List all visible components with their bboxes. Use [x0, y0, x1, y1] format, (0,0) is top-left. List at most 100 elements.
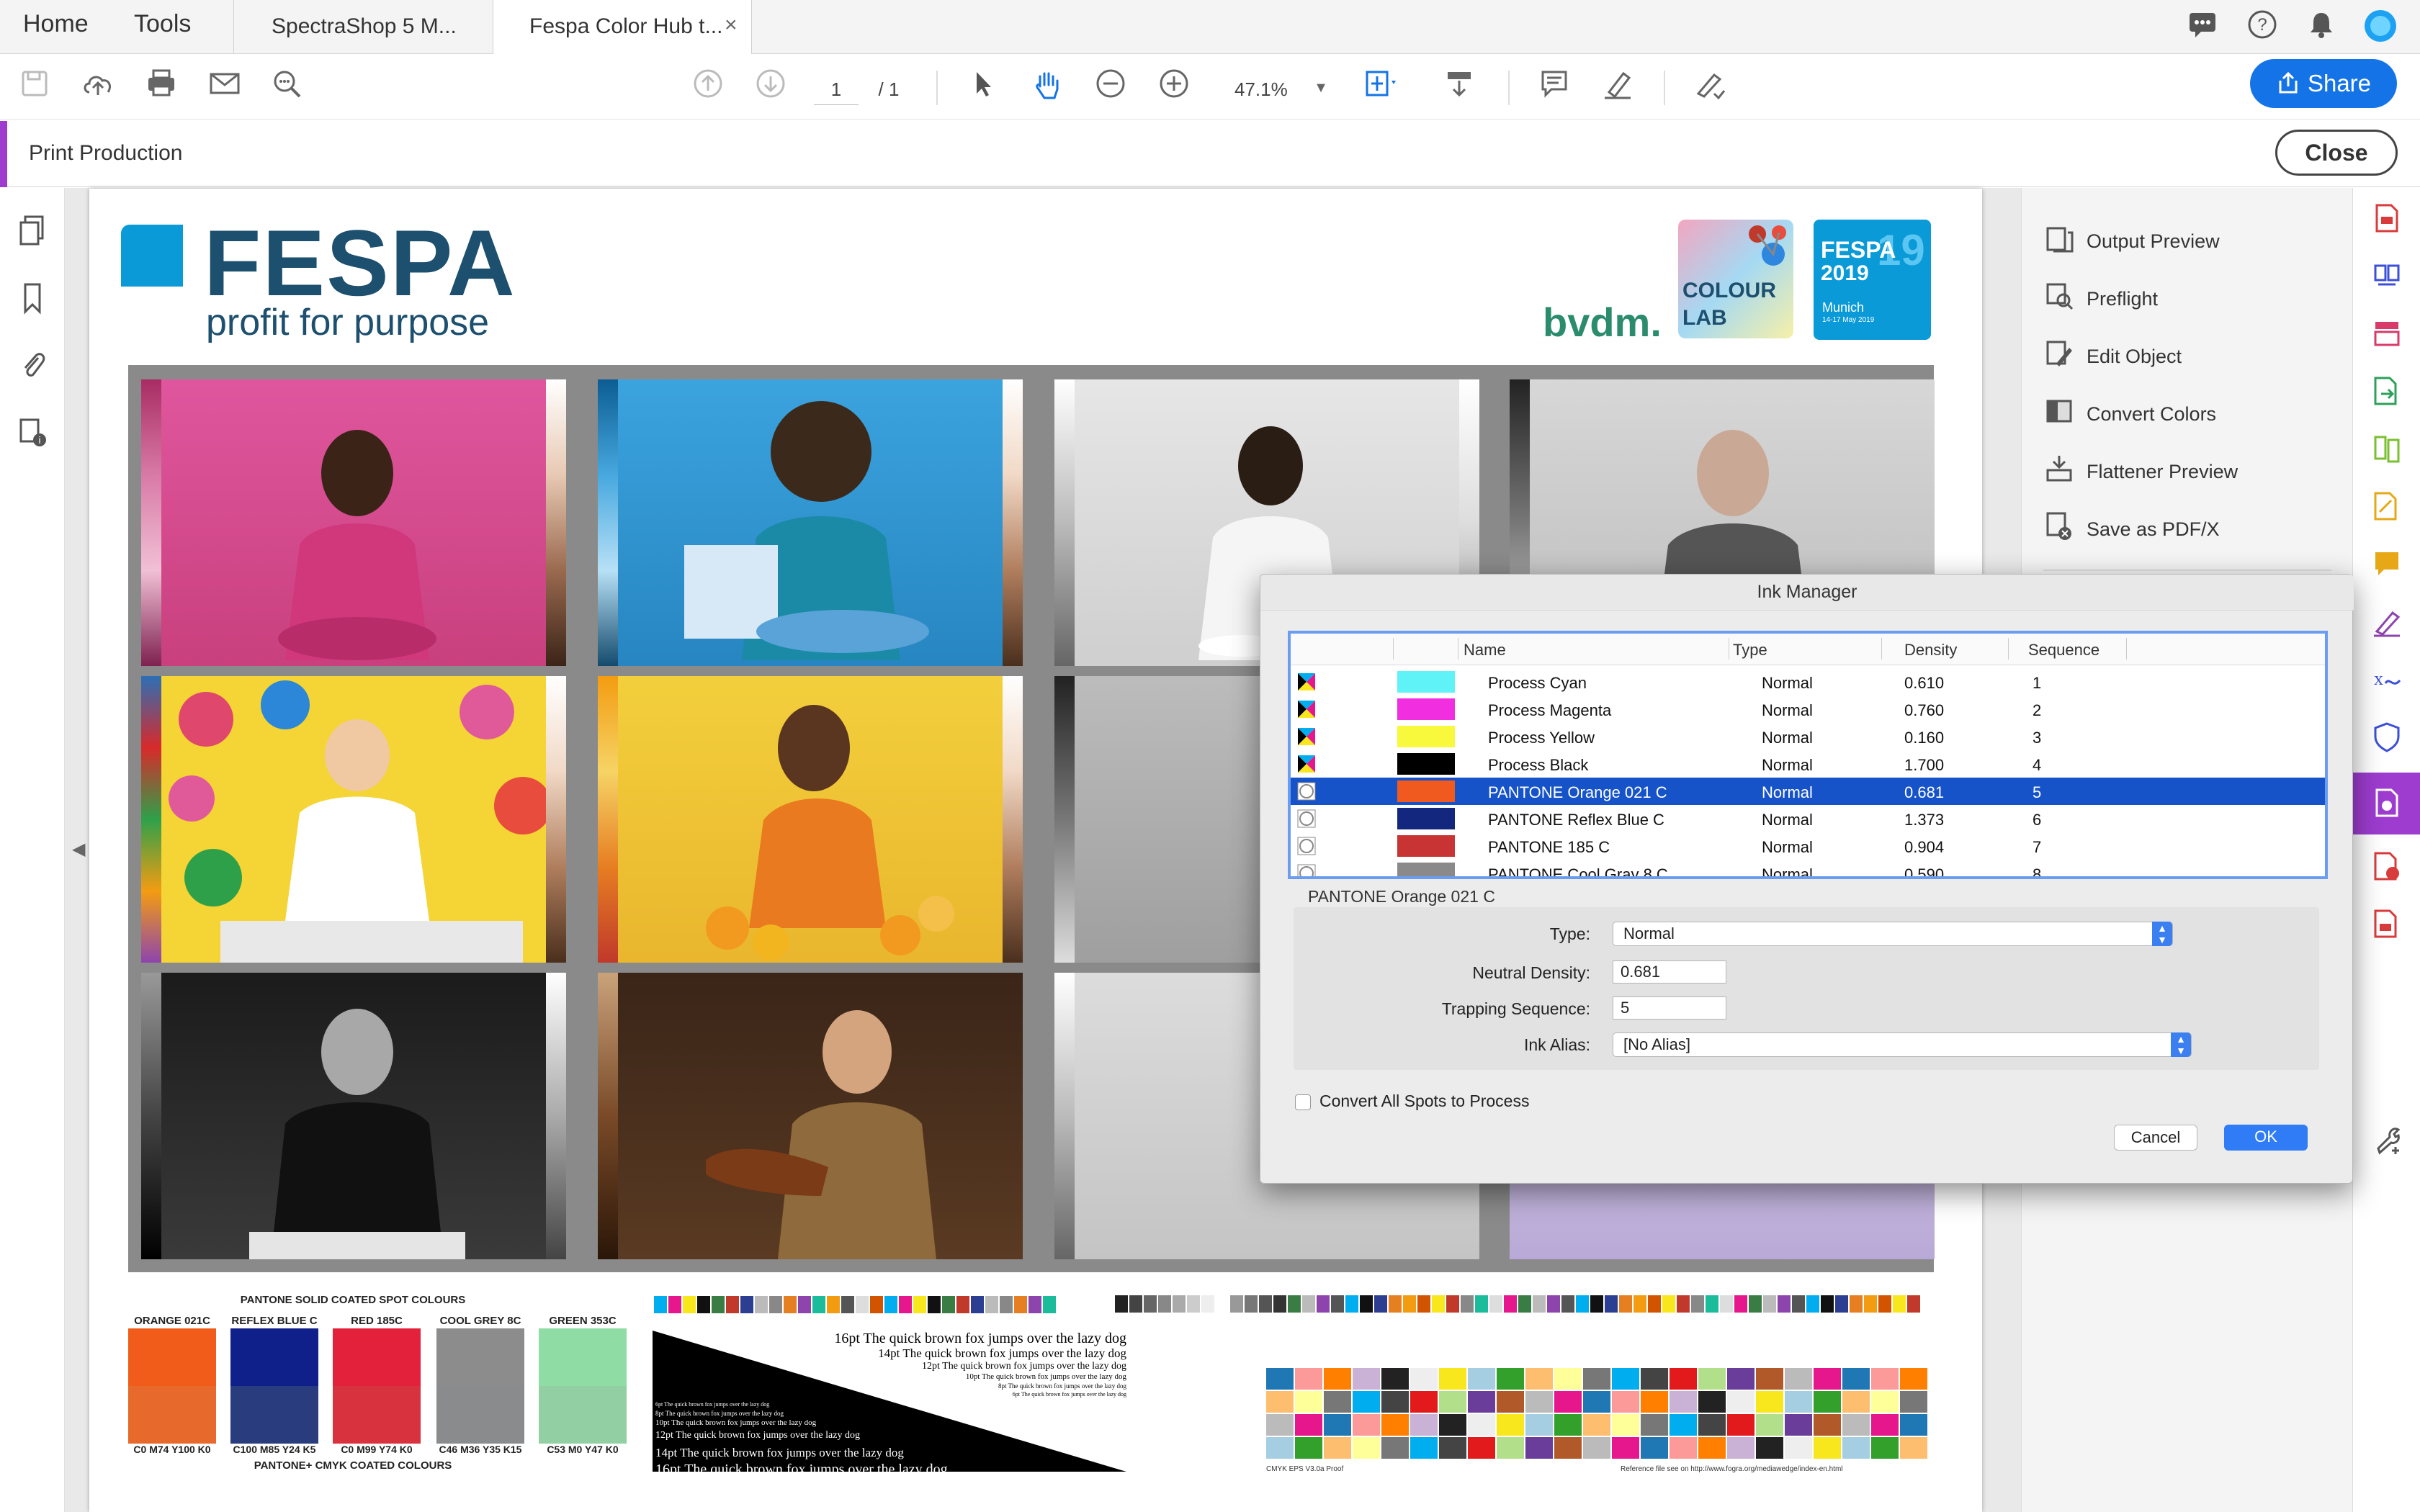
page-number-input[interactable]: 1: [814, 73, 859, 105]
tab-close-icon[interactable]: ×: [725, 13, 738, 37]
column-type[interactable]: Type: [1733, 641, 1767, 660]
ink-name: Process Black: [1488, 756, 1589, 774]
panel-item-edit-object[interactable]: Edit Object: [2043, 338, 2182, 381]
bookmark-icon[interactable]: [14, 282, 50, 318]
edit-pdf-icon[interactable]: [2369, 318, 2405, 354]
spot-cmyk: C0 M99 Y74 K0: [341, 1444, 413, 1455]
more-tools-icon[interactable]: [2369, 1124, 2405, 1160]
help-icon[interactable]: ?: [2244, 9, 2280, 45]
ink-sequence: 3: [2033, 729, 2042, 747]
collapse-left-arrow-icon[interactable]: ◀: [72, 839, 85, 860]
column-name[interactable]: Name: [1464, 641, 1506, 660]
spot-name: RED 185C: [351, 1315, 403, 1327]
share-button[interactable]: Share: [2250, 59, 2397, 108]
next-page-icon[interactable]: [750, 68, 791, 108]
bvdm-logo: bvdm.: [1543, 300, 1662, 345]
select-arrow-icon[interactable]: [962, 68, 1003, 108]
fill-sign-icon[interactable]: [2369, 490, 2405, 526]
column-density[interactable]: Density: [1904, 641, 1957, 660]
print-production-tool-icon[interactable]: [2353, 773, 2420, 834]
column-sequence[interactable]: Sequence: [2028, 641, 2099, 660]
ink-row[interactable]: PANTONE Orange 021 C Normal 0.681 5: [1291, 778, 2325, 805]
home-link[interactable]: Home: [23, 10, 89, 38]
ink-type: Normal: [1762, 674, 1813, 692]
spot-name: GREEN 353C: [549, 1315, 617, 1327]
zoom-out-icon[interactable]: [1090, 68, 1131, 108]
close-tool-button[interactable]: Close: [2275, 130, 2398, 176]
ink-row[interactable]: PANTONE 185 C Normal 0.904 7: [1291, 832, 2325, 860]
export-icon[interactable]: [2369, 375, 2405, 411]
fox-text-line: 16pt The quick brown fox jumps over the …: [834, 1331, 1126, 1346]
ink-alias-select[interactable]: [No Alias] ▲ ▼: [1613, 1032, 2192, 1057]
ink-density: 0.681: [1904, 783, 1945, 801]
cancel-button[interactable]: Cancel: [2114, 1125, 2197, 1151]
print-pdf-icon[interactable]: [2369, 908, 2405, 944]
account-avatar-icon[interactable]: [2362, 9, 2398, 45]
previous-page-icon[interactable]: [688, 68, 728, 108]
ink-row[interactable]: Process Black Normal 1.700 4: [1291, 750, 2325, 778]
ink-density: 0.760: [1904, 701, 1945, 719]
neutral-density-input[interactable]: 0.681: [1613, 960, 1726, 984]
ink-sequence: 5: [2033, 783, 2042, 801]
ink-row[interactable]: PANTONE Cool Gray 8 C Normal 0.590 8: [1291, 860, 2325, 876]
tab-spectrashop[interactable]: SpectraShop 5 M...: [233, 0, 493, 54]
scroll-mode-icon[interactable]: [1439, 68, 1479, 108]
convert-spots-checkbox[interactable]: [1295, 1094, 1311, 1110]
ink-row[interactable]: Process Cyan Normal 0.610 1: [1291, 668, 2325, 696]
zoom-in-icon[interactable]: [1154, 68, 1194, 108]
panel-item-output-preview[interactable]: Output Preview: [2043, 222, 2220, 266]
add-comment-icon[interactable]: [1534, 68, 1574, 108]
request-signatures-icon[interactable]: x: [2369, 663, 2405, 699]
email-icon[interactable]: [205, 68, 245, 108]
zoom-dropdown-icon[interactable]: ▼: [1301, 68, 1341, 108]
compare-icon[interactable]: [2369, 433, 2405, 469]
ink-type-select[interactable]: Normal ▲ ▼: [1613, 922, 2173, 946]
organize-pages-icon[interactable]: [2369, 260, 2405, 296]
trapping-sequence-input[interactable]: 5: [1613, 996, 1726, 1020]
highlight-pen-icon[interactable]: [1597, 68, 1638, 108]
ink-type-value: Normal: [1623, 924, 1675, 942]
save-pdfx-icon: [2043, 510, 2079, 549]
protect-icon[interactable]: [2369, 721, 2405, 757]
spot-cmyk: C46 M36 Y35 K15: [439, 1444, 522, 1455]
document-properties-icon[interactable]: i: [14, 415, 50, 451]
export-pdf-icon[interactable]: [2369, 202, 2405, 238]
ink-row[interactable]: Process Yellow Normal 0.160 3: [1291, 723, 2325, 750]
panel-item-save-as-pdf-x[interactable]: Save as PDF/X: [2043, 510, 2220, 554]
ink-name: Process Magenta: [1488, 701, 1612, 719]
comment-tool-icon[interactable]: [2369, 548, 2405, 584]
tools-link[interactable]: Tools: [134, 10, 191, 38]
panel-item-label: Flattener Preview: [2087, 461, 2238, 482]
cloud-upload-icon[interactable]: [78, 68, 118, 108]
ink-name: PANTONE 185 C: [1488, 838, 1610, 856]
ink-color-swatch: [1397, 808, 1455, 829]
spot-cmyk: C53 M0 Y47 K0: [547, 1444, 619, 1455]
attachment-icon[interactable]: [14, 348, 50, 384]
target-caption: CMYK EPS V3.0a Proof: [1266, 1465, 1344, 1473]
comment-icon[interactable]: [2184, 9, 2220, 45]
convert-spots-label: Convert All Spots to Process: [1319, 1092, 1530, 1110]
search-icon[interactable]: [268, 68, 308, 108]
ink-color-swatch: [1397, 698, 1455, 720]
panel-item-preflight[interactable]: Preflight: [2043, 280, 2158, 323]
fill-and-sign-icon[interactable]: [2369, 606, 2405, 642]
convert-spots-row[interactable]: Convert All Spots to Process: [1295, 1092, 1529, 1111]
ink-row[interactable]: PANTONE Reflex Blue C Normal 1.373 6: [1291, 805, 2325, 832]
save-icon[interactable]: [14, 68, 55, 108]
ink-list-table[interactable]: Name Type Density Sequence Process Cyan N…: [1288, 631, 2328, 879]
ok-button[interactable]: OK: [2224, 1125, 2308, 1151]
print-production-bar: Print Production Close: [0, 121, 2420, 187]
ink-row[interactable]: Process Magenta Normal 0.760 2: [1291, 696, 2325, 723]
sign-icon[interactable]: [1690, 68, 1730, 108]
page-thumbnails-icon[interactable]: [14, 214, 50, 250]
tab-fespa-color-hub[interactable]: Fespa Color Hub t...: [493, 0, 752, 54]
fox-text-line: 12pt The quick brown fox jumps over the …: [922, 1361, 1126, 1372]
fit-page-icon[interactable]: [1361, 68, 1402, 108]
hand-tool-icon[interactable]: [1027, 68, 1067, 108]
panel-item-convert-colors[interactable]: Convert Colors: [2043, 395, 2216, 438]
bell-icon[interactable]: [2303, 9, 2339, 45]
zoom-level-select[interactable]: 47.1%: [1220, 73, 1314, 105]
redact-icon[interactable]: [2369, 850, 2405, 886]
panel-item-flattener-preview[interactable]: Flattener Preview: [2043, 453, 2238, 496]
print-icon[interactable]: [141, 68, 182, 108]
